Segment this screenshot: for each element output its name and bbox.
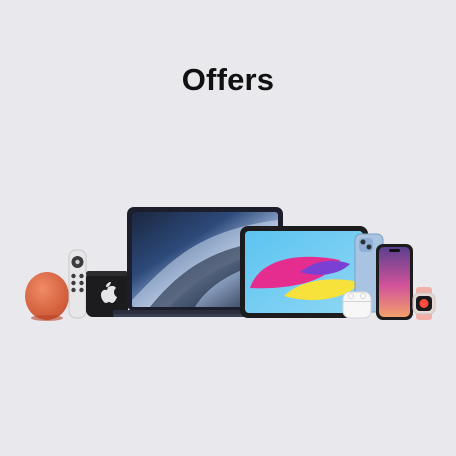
siri-remote-icon	[68, 249, 87, 319]
homepod-mini-icon	[25, 272, 69, 321]
devices-hero-image	[25, 207, 436, 321]
page-title: Offers	[181, 62, 275, 97]
iphone-purple-icon	[376, 244, 413, 320]
offers-card[interactable]: Offers	[0, 0, 456, 456]
airpods-icon	[342, 291, 372, 319]
apple-watch-icon	[412, 287, 436, 320]
